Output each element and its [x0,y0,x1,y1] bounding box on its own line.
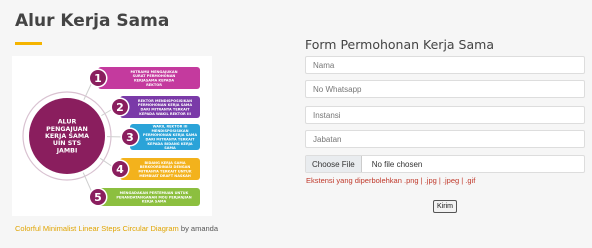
institution-input[interactable]: Instansi [305,106,585,124]
caption-link[interactable]: Colorful Minimalist Linear Steps Circula… [15,224,179,233]
file-status: No file chosen [371,159,423,169]
workflow-step: 1MITRAMU MENGAJUKANSURAT PERMOHONANKERJA… [83,67,200,100]
whatsapp-input[interactable]: No Whatsapp [305,80,585,98]
step-number: 2 [116,101,124,114]
page-title: Alur Kerja Sama [15,11,170,31]
workflow-step: 4BIDANG KERJA SAMABERKOORDINASI DENGANMI… [99,157,200,180]
step-text-line: KEPADA WAKIL REKTOR III [139,112,191,116]
extension-note: Ekstensi yang diperbolehkan .png | .jpg … [306,176,476,185]
step-text-line: KERJA SAMA [142,200,167,204]
step-text-line: MEMBUAT DRAFT NASKAH [139,174,191,178]
step-number: 3 [126,131,134,144]
center-label-line: PENGAJUAN [46,126,88,133]
step-text-line: SAMA [164,146,176,150]
center-label-line: JAMBI [56,147,78,154]
workflow-step: 3WAKIL REKTOR IIIMENDISPOSISIKANPERMOHON… [106,124,200,150]
step-text-line: REKTOR [146,83,162,87]
image-caption: Colorful Minimalist Linear Steps Circula… [15,224,218,233]
position-input[interactable]: Jabatan [305,130,585,148]
center-label-line: UIN STS [53,140,82,147]
workflow-step: 2REKTOR MENDISPOSISIKANPERMOHONAN KERJA … [101,96,200,118]
step-number: 5 [94,191,102,204]
file-upload-field[interactable]: Choose File No file chosen [305,155,585,173]
title-underline [15,42,42,45]
form-title: Form Permohonan Kerja Sama [305,37,494,52]
name-input[interactable]: Nama [305,56,585,74]
center-label-line: ALUR [58,119,77,126]
submit-button[interactable]: Kirim [433,200,457,213]
step-number: 4 [116,163,124,176]
workflow-diagram: ALUR PENGAJUAN KERJA SAMA UIN STS JAMBI 1 MIT… [12,56,212,216]
center-label-line: KERJA SAMA [45,133,89,140]
step-number: 1 [94,72,102,85]
workflow-diagram-svg: ALURPENGAJUANKERJA SAMAUIN STSJAMBI 1MIT… [22,67,200,207]
caption-suffix: by amanda [178,224,219,233]
choose-file-button[interactable]: Choose File [306,156,362,172]
